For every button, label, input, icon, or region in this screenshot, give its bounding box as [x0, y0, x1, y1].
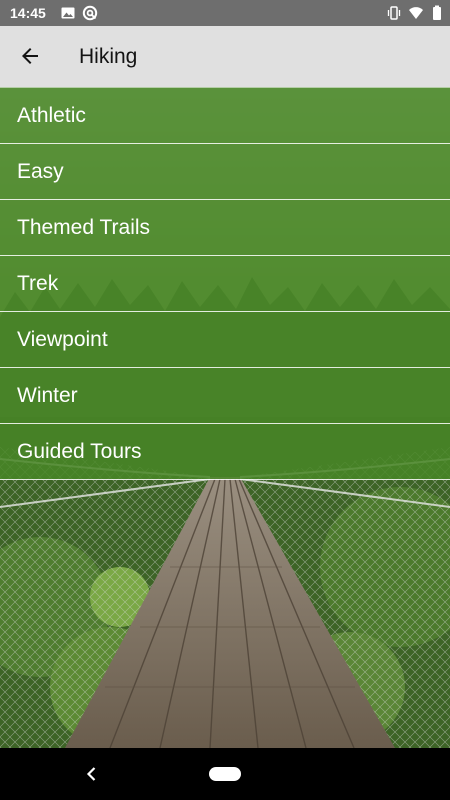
nav-back-icon[interactable]: [80, 762, 104, 786]
vibrate-icon: [387, 6, 401, 20]
screen: 14:45 Hiking Athletic Easy Themed Trails…: [0, 0, 450, 800]
category-list: Athletic Easy Themed Trails Trek Viewpoi…: [0, 87, 450, 480]
category-item-winter[interactable]: Winter: [0, 368, 450, 424]
category-label: Guided Tours: [17, 440, 142, 463]
category-label: Winter: [17, 384, 78, 407]
category-item-guided-tours[interactable]: Guided Tours: [0, 424, 450, 480]
category-item-trek[interactable]: Trek: [0, 256, 450, 312]
category-label: Athletic: [17, 104, 86, 127]
battery-icon: [433, 5, 441, 20]
image-icon: [61, 7, 75, 19]
category-label: Trek: [17, 272, 59, 295]
back-button[interactable]: [10, 36, 50, 76]
category-item-themed-trails[interactable]: Themed Trails: [0, 200, 450, 256]
nav-home-pill[interactable]: [209, 767, 241, 781]
status-time: 14:45: [10, 5, 46, 21]
app-bar: Hiking: [0, 26, 450, 87]
arrow-back-icon: [22, 48, 38, 64]
category-item-viewpoint[interactable]: Viewpoint: [0, 312, 450, 368]
category-item-athletic[interactable]: Athletic: [0, 87, 450, 144]
category-item-easy[interactable]: Easy: [0, 144, 450, 200]
category-label: Themed Trails: [17, 216, 151, 239]
sync-icon: [82, 5, 98, 21]
status-bar: 14:45: [0, 0, 450, 26]
category-label: Viewpoint: [17, 328, 108, 351]
wifi-icon: [409, 7, 423, 19]
category-label: Easy: [17, 160, 64, 183]
page-title: Hiking: [79, 45, 138, 68]
